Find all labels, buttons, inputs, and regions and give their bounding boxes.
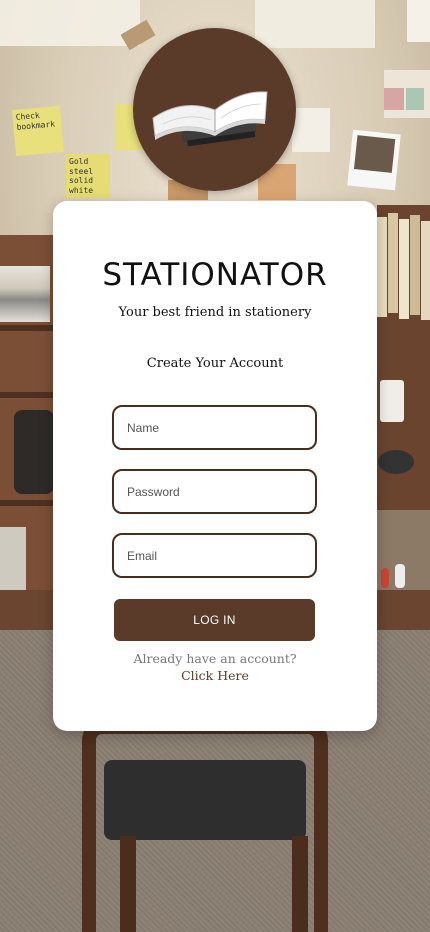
name-field[interactable] bbox=[112, 405, 317, 450]
name-input[interactable] bbox=[114, 407, 315, 448]
shelf-plank bbox=[0, 392, 56, 398]
mousepad bbox=[14, 410, 54, 494]
sticky-note-text: Gold steel solid white bbox=[69, 157, 94, 195]
sticky-note-text: Check bookmark bbox=[15, 110, 56, 132]
polaroid bbox=[347, 129, 401, 191]
login-button[interactable]: LOG IN bbox=[114, 599, 315, 641]
click-here-link[interactable]: Click Here bbox=[53, 668, 377, 683]
email-input[interactable] bbox=[114, 535, 315, 576]
password-field[interactable] bbox=[112, 469, 317, 514]
sticky-note: Check bookmark bbox=[12, 105, 64, 157]
chair-leg bbox=[292, 836, 308, 932]
chair-seat bbox=[104, 760, 306, 840]
wall-paper bbox=[292, 108, 330, 152]
form-heading: Create Your Account bbox=[146, 356, 284, 371]
email-field[interactable] bbox=[112, 533, 317, 578]
pen-cup bbox=[380, 380, 404, 422]
wall-card bbox=[384, 70, 430, 118]
logo-badge bbox=[133, 28, 296, 191]
open-book-icon bbox=[152, 91, 268, 147]
shelf-plank bbox=[0, 325, 56, 331]
bookshelf-right bbox=[377, 205, 430, 325]
wall-paper bbox=[0, 0, 140, 46]
calculator bbox=[0, 527, 26, 597]
password-input[interactable] bbox=[114, 471, 315, 512]
signup-card: STATIONATOR Your best friend in statione… bbox=[53, 201, 377, 731]
app-title: STATIONATOR bbox=[102, 257, 328, 293]
sticky-note: Gold steel solid white bbox=[66, 154, 110, 198]
wall-paper bbox=[407, 0, 430, 42]
drawer-items bbox=[377, 510, 430, 598]
shelf-plank bbox=[0, 500, 56, 506]
binder-stack bbox=[0, 266, 50, 322]
chair-leg bbox=[120, 836, 136, 932]
lamp-base bbox=[378, 450, 414, 474]
app-tagline: Your best friend in stationery bbox=[118, 305, 312, 320]
already-account-text: Already have an account? bbox=[133, 651, 297, 666]
